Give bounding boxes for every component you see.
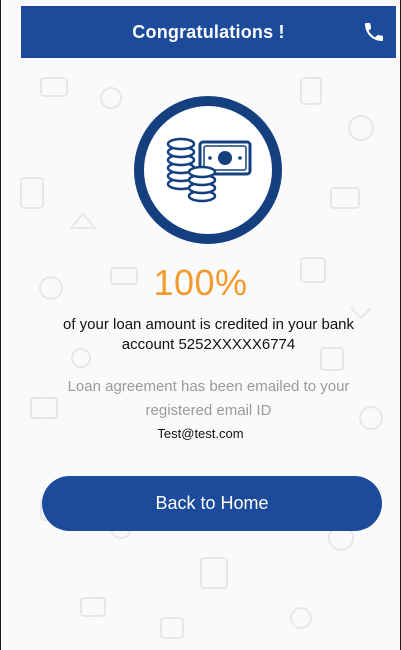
credited-line-1: of your loan amount is credited in your …: [63, 316, 354, 333]
credited-line-2: account 5252XXXXX6774: [121, 336, 296, 353]
app-header: Congratulations !: [21, 6, 396, 58]
agreement-message: Loan agreement has been emailed to your …: [31, 375, 386, 423]
page-title: Congratulations !: [132, 21, 285, 42]
loan-success-screen: Congratulations ! 100% of your loan amou…: [0, 0, 401, 650]
agreement-line-1: Loan agreement has been emailed to your: [67, 378, 350, 395]
registered-email: Test@test.com: [157, 426, 244, 441]
success-illustration: [134, 96, 282, 244]
phone-icon: [365, 23, 383, 41]
credited-message: of your loan amount is credited in your …: [31, 315, 386, 355]
call-button[interactable]: [360, 18, 388, 46]
back-to-home-button[interactable]: Back to Home: [42, 476, 382, 531]
money-coins-icon: [166, 137, 252, 203]
credited-percent: 100%: [153, 262, 248, 303]
agreement-line-2: registered email ID: [145, 402, 272, 419]
